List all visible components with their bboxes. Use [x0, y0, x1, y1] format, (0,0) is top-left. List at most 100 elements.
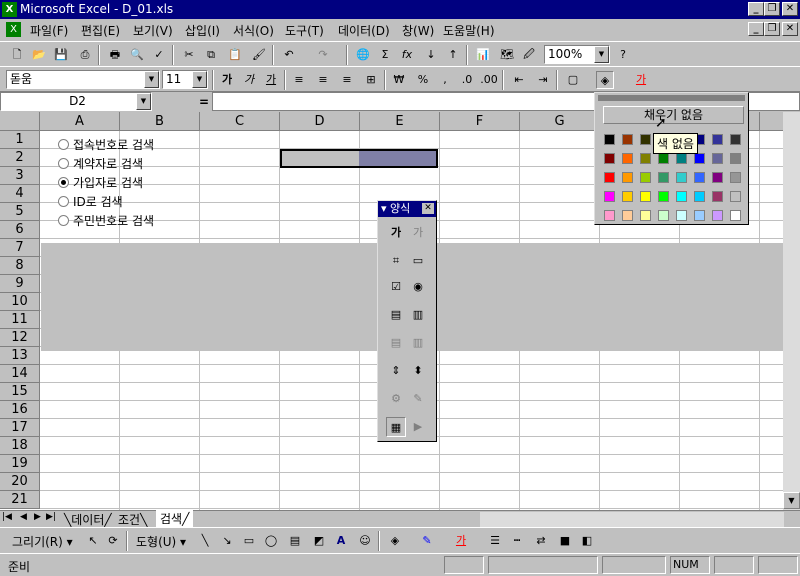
formula-equals[interactable]: =: [199, 95, 209, 109]
label-icon[interactable]: 가: [386, 223, 406, 243]
option-button-icon[interactable]: ◉: [408, 277, 428, 297]
row-header-2[interactable]: 2: [0, 149, 40, 167]
control-properties-icon[interactable]: ⚙: [386, 389, 406, 409]
italic-icon[interactable]: 가: [240, 71, 258, 89]
run-dialog-icon[interactable]: ▶: [408, 417, 428, 437]
next-sheet-icon[interactable]: ▶: [34, 512, 41, 522]
color-swatch[interactable]: [712, 134, 723, 145]
font-color-icon[interactable]: 가: [632, 71, 650, 89]
scroll-up-button[interactable]: ▼: [783, 492, 800, 509]
option-button-2[interactable]: 계약자로 검색: [58, 155, 143, 173]
print-icon[interactable]: 🖶: [106, 46, 124, 64]
color-swatch[interactable]: [622, 134, 633, 145]
color-swatch[interactable]: [676, 172, 687, 183]
free-rotate-icon[interactable]: ⟳: [104, 532, 122, 550]
color-swatch[interactable]: [640, 191, 651, 202]
copy-icon[interactable]: ⧉: [202, 46, 220, 64]
color-swatch[interactable]: [622, 191, 633, 202]
zoom-select[interactable]: 100% ▼: [544, 45, 610, 64]
wordart-icon[interactable]: ◩: [310, 532, 328, 550]
align-left-icon[interactable]: ≡: [290, 71, 308, 89]
row-header-7[interactable]: 7: [0, 239, 40, 257]
help-icon[interactable]: ?: [614, 46, 632, 64]
row-header-6[interactable]: 6: [0, 221, 40, 239]
menu-data[interactable]: 데이터(D): [338, 22, 390, 39]
percent-icon[interactable]: %: [414, 71, 432, 89]
color-swatch[interactable]: [640, 153, 651, 164]
doc-close-button[interactable]: ✕: [782, 22, 798, 36]
clipart-icon[interactable]: ☺: [356, 532, 374, 550]
sort-descending-icon[interactable]: ↑: [444, 46, 462, 64]
color-swatch[interactable]: [658, 191, 669, 202]
color-swatch[interactable]: [604, 191, 615, 202]
function-icon[interactable]: fx: [398, 46, 416, 64]
column-header-f[interactable]: F: [440, 112, 520, 131]
sheet-tab-data[interactable]: ╲데이터╱: [64, 511, 112, 528]
color-swatch[interactable]: [730, 210, 741, 221]
palette-drag-handle[interactable]: [598, 95, 745, 101]
row-header-20[interactable]: 20: [0, 473, 40, 491]
close-icon[interactable]: ✕: [422, 203, 434, 214]
color-swatch[interactable]: [622, 210, 633, 221]
decrease-indent-icon[interactable]: ⇤: [510, 71, 528, 89]
color-swatch[interactable]: [694, 153, 705, 164]
sheet-tab-criteria[interactable]: 조건╲: [118, 511, 147, 528]
select-objects-icon[interactable]: ↖: [84, 532, 102, 550]
row-header-10[interactable]: 10: [0, 293, 40, 311]
drawing-icon[interactable]: 🖉: [520, 46, 538, 64]
spinner-icon[interactable]: ⬍: [408, 361, 428, 381]
option-button-3[interactable]: 가입자로 검색: [58, 174, 143, 192]
radio-icon[interactable]: [58, 139, 69, 150]
menu-view[interactable]: 보기(V): [133, 22, 173, 39]
option-button-1[interactable]: 접속번호로 검색: [58, 136, 154, 154]
vertical-scrollbar[interactable]: ▼: [783, 112, 800, 510]
fill-color-icon[interactable]: ◈: [596, 71, 614, 89]
edit-code-icon[interactable]: ✎: [408, 389, 428, 409]
color-swatch[interactable]: [640, 134, 651, 145]
combo-list-icon[interactable]: ▤: [386, 333, 406, 353]
color-swatch[interactable]: [604, 172, 615, 183]
rectangle-icon[interactable]: ▭: [240, 532, 258, 550]
format-painter-icon[interactable]: 🖌: [250, 46, 268, 64]
row-header-18[interactable]: 18: [0, 437, 40, 455]
chevron-down-icon[interactable]: ▼: [144, 71, 159, 88]
color-swatch[interactable]: [658, 153, 669, 164]
scrollbar-icon[interactable]: ⇕: [386, 361, 406, 381]
option-button-4[interactable]: ID로 검색: [58, 193, 123, 211]
row-header-11[interactable]: 11: [0, 311, 40, 329]
name-box[interactable]: D2 ▼: [0, 92, 152, 111]
select-all-corner[interactable]: [0, 112, 40, 131]
workbook-icon[interactable]: X: [6, 22, 21, 37]
row-header-14[interactable]: 14: [0, 365, 40, 383]
decrease-decimal-icon[interactable]: .00: [480, 71, 498, 89]
menu-format[interactable]: 서식(O): [233, 22, 274, 39]
chart-wizard-icon[interactable]: 📊: [474, 46, 492, 64]
align-right-icon[interactable]: ≡: [338, 71, 356, 89]
last-sheet-icon[interactable]: ▶|: [46, 512, 56, 522]
align-center-icon[interactable]: ≡: [314, 71, 332, 89]
edit-box-icon[interactable]: 가: [408, 223, 428, 243]
combo-box-icon[interactable]: ▥: [408, 305, 428, 325]
row-header-9[interactable]: 9: [0, 275, 40, 293]
color-swatch[interactable]: [730, 191, 741, 202]
font-select[interactable]: 돋움 ▼: [6, 70, 160, 89]
print-setup-icon[interactable]: ⎙: [76, 46, 94, 64]
font-color-draw-icon[interactable]: 가: [452, 532, 470, 550]
selected-cell-d2[interactable]: [280, 149, 438, 168]
doc-restore-button[interactable]: ❐: [764, 22, 780, 36]
excel-icon[interactable]: X: [2, 2, 17, 17]
undo-icon[interactable]: ↶: [280, 46, 298, 64]
chevron-down-icon[interactable]: ▼: [192, 71, 207, 88]
checkbox-icon[interactable]: ☑: [386, 277, 406, 297]
paste-icon[interactable]: 📋: [226, 46, 244, 64]
line-style-icon[interactable]: ☰: [486, 532, 504, 550]
autosum-icon[interactable]: Σ: [376, 46, 394, 64]
menu-tools[interactable]: 도구(T): [285, 22, 324, 39]
font-size-select[interactable]: 11 ▼: [162, 70, 208, 89]
wordart-a-icon[interactable]: A: [332, 532, 350, 550]
column-header-b[interactable]: B: [120, 112, 200, 131]
color-swatch[interactable]: [604, 153, 615, 164]
column-header-e[interactable]: E: [360, 112, 440, 131]
toggle-grid-icon[interactable]: ▦: [386, 417, 406, 437]
save-icon[interactable]: 💾: [52, 46, 70, 64]
